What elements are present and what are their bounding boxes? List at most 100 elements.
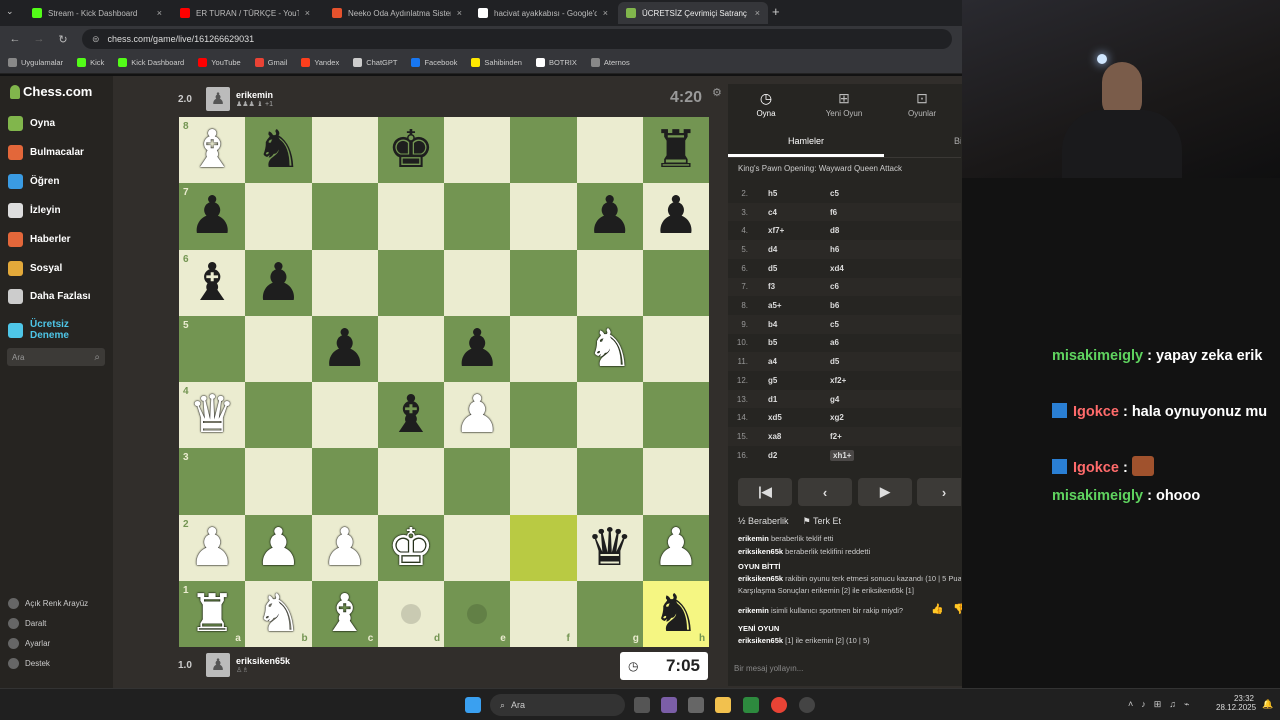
bookmark-item[interactable]: Kick [77,58,104,67]
black-piece-h7[interactable]: ♟ [643,183,709,249]
black-move[interactable]: h6 [830,245,839,254]
bottom-player-avatar[interactable]: ♟ [206,653,230,677]
white-move[interactable]: a4 [768,357,777,366]
tab-close-icon[interactable]: × [157,8,162,18]
bookmark-item[interactable]: Sahibinden [471,58,522,67]
black-piece-e5[interactable]: ♟ [444,316,510,382]
nav-play-button[interactable]: ▶ [858,478,912,506]
white-piece-a8[interactable]: ♝ [179,117,245,183]
square-b4[interactable] [245,382,312,449]
sidebar-bottom-item[interactable]: Daralt [8,618,46,629]
tab-close-icon[interactable]: × [305,8,310,18]
browser-tab[interactable]: ER TURAN / TÜRKÇE - YouT × [172,2,318,24]
bookmark-item[interactable]: YouTube [198,58,241,67]
bookmark-item[interactable]: Yandex [301,58,339,67]
white-move[interactable]: a5+ [768,301,782,310]
black-move[interactable]: xg2 [830,413,844,422]
panel-tab[interactable]: ⊡ Oyunlar [884,90,960,118]
square-f3[interactable] [510,448,577,515]
square-e6[interactable] [444,249,511,316]
black-move[interactable]: g4 [830,395,839,404]
square-h5[interactable] [642,315,709,382]
white-piece-d2[interactable]: ♚ [378,515,444,581]
black-piece-d8[interactable]: ♚ [378,117,444,183]
panel-tab[interactable]: ⊞ Yeni Oyun [806,90,882,118]
white-move[interactable]: xd5 [768,413,782,422]
square-c4[interactable] [311,382,378,449]
black-move[interactable]: d8 [830,226,839,235]
square-e7[interactable] [444,183,511,250]
browser-tab[interactable]: Neeko Oda Aydınlatma Sistem × [324,2,470,24]
tab-close-icon[interactable]: × [603,8,608,18]
white-move[interactable]: b4 [768,320,777,329]
resign-button[interactable]: ⚑ Terk Et [803,516,841,527]
square-f8[interactable] [510,117,577,184]
white-move[interactable]: f3 [768,282,775,291]
square-d3[interactable] [377,448,444,515]
square-d5[interactable] [377,315,444,382]
black-move[interactable]: xd4 [830,264,844,273]
move-hint-dot[interactable] [400,603,421,624]
white-move[interactable]: b5 [768,338,777,347]
bookmark-item[interactable]: Facebook [411,58,457,67]
browser-tab[interactable]: ÜCRETSİZ Çevrimiçi Satranç Oy × [618,2,768,24]
white-move[interactable]: d5 [768,264,777,273]
reload-icon[interactable]: ↻ [54,33,72,46]
sidebar-item[interactable]: Bulmacalar [8,145,84,160]
square-f6[interactable] [510,249,577,316]
black-piece-b6[interactable]: ♟ [245,250,311,316]
white-move[interactable]: g5 [768,376,777,385]
sidebar-item[interactable]: İzleyin [8,203,61,218]
white-piece-a1[interactable]: ♜ [179,581,245,647]
black-move[interactable]: c5 [830,320,839,329]
sidebar-item[interactable]: Sosyal [8,261,62,276]
app-icon[interactable] [661,697,677,713]
bookmark-item[interactable]: Aternos [590,58,630,67]
draw-button[interactable]: ½ Beraberlik [738,516,789,527]
square-d6[interactable] [377,249,444,316]
sidebar-item[interactable]: Oyna [8,116,55,131]
square-e3[interactable] [444,448,511,515]
top-player-name[interactable]: erikemin [236,90,273,100]
settings-gear-icon[interactable]: ⚙ [712,86,722,99]
new-tab-button[interactable]: + [772,4,780,19]
black-piece-g7[interactable]: ♟ [577,183,643,249]
square-d7[interactable] [377,183,444,250]
black-piece-a7[interactable]: ♟ [179,183,245,249]
obs-icon[interactable] [743,697,759,713]
notification-icon[interactable]: 🔔 [1262,699,1273,710]
black-move[interactable]: xf2+ [830,376,846,385]
browser-tab[interactable]: hacivat ayakkabısı - Google'da × [470,2,616,24]
square-f4[interactable] [510,382,577,449]
sidebar-bottom-item[interactable]: Ayarlar [8,638,50,649]
file-explorer-icon[interactable] [715,697,731,713]
sidebar-search-input[interactable]: Ara ⌕ [7,348,105,366]
chat-input[interactable]: Bir mesaj yollayın... [734,664,803,673]
black-move[interactable]: c6 [830,282,839,291]
sidebar-item[interactable]: Daha Fazlası [8,289,91,304]
white-piece-b1[interactable]: ♞ [245,581,311,647]
black-move[interactable]: c5 [830,189,839,198]
square-e8[interactable] [444,117,511,184]
sidebar-bottom-item[interactable]: Açık Renk Arayüz [8,598,88,609]
tab-close-icon[interactable]: × [755,8,760,18]
browser-tab[interactable]: Stream - Kick Dashboard × [24,2,170,24]
url-input[interactable]: ⊜ chess.com/game/live/161266629031 [82,29,952,49]
sidebar-item[interactable]: Öğren [8,174,59,189]
square-c6[interactable] [311,249,378,316]
back-icon[interactable]: ← [6,33,24,45]
sidebar-item[interactable]: Ücretsiz Deneme [8,319,74,341]
chess-board[interactable]: 8 7 6 5 4 3 2 1 a b c d e f g h ♝ ♞ ♚ ♜ ♟ ♟ ♟ ♝ ♟ ♟ ♟ ♞ ♛ ♝ ♟ ♟ ♟ ♟ ♚ ♛ ♟ ♜ ♞ ♝… [179,117,709,647]
chrome-icon[interactable] [771,697,787,713]
tab-moves[interactable]: Hamleler [788,136,824,146]
black-piece-c5[interactable]: ♟ [312,316,378,382]
square-g3[interactable] [576,448,643,515]
app-icon-2[interactable] [799,697,815,713]
white-piece-a4[interactable]: ♛ [179,382,245,448]
square-g8[interactable] [576,117,643,184]
square-g4[interactable] [576,382,643,449]
forward-icon[interactable]: → [30,33,48,45]
white-piece-c2[interactable]: ♟ [312,515,378,581]
square-h4[interactable] [642,382,709,449]
move-hint-dot[interactable] [467,603,488,624]
